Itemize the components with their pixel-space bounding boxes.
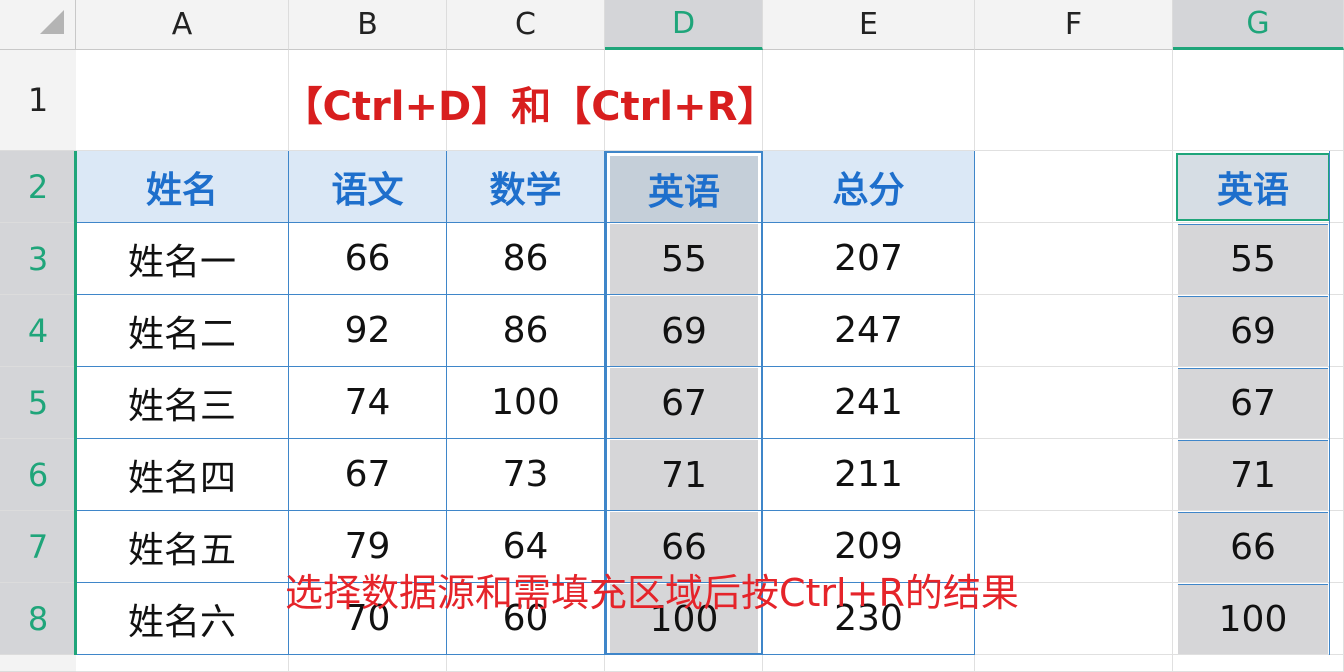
row-header-1[interactable]: 1 [0,50,76,151]
cell[interactable] [605,655,763,672]
table-header-0[interactable]: 姓名 [76,151,289,223]
table-cell[interactable]: 86 [447,223,605,295]
cell[interactable] [975,655,1173,672]
title-cell[interactable]: 【Ctrl+D】和【Ctrl+R】 [270,60,790,145]
table-cell[interactable]: 211 [763,439,975,511]
select-all-triangle-icon [38,8,68,38]
row-header-4[interactable]: 4 [0,295,76,367]
cell[interactable] [975,367,1173,439]
table-cell[interactable]: 241 [763,367,975,439]
cell[interactable] [289,655,447,672]
table-cell[interactable]: 73 [447,439,605,511]
table-cell[interactable]: 100 [447,367,605,439]
column-header-A[interactable]: A [76,0,289,50]
row-header-selection-line [74,151,77,655]
table-header-2[interactable]: 数学 [447,151,605,223]
row-header-5[interactable]: 5 [0,367,76,439]
row-header-9[interactable] [0,655,76,672]
table-cell[interactable]: 67 [289,439,447,511]
column-header-B[interactable]: B [289,0,447,50]
table-cell[interactable]: 姓名五 [76,511,289,583]
table-cell[interactable]: 74 [289,367,447,439]
cell[interactable] [447,655,605,672]
annotation-text: 选择数据源和需填充区域后按Ctrl+R的结果 [285,560,1175,618]
table-cell[interactable]: 247 [763,295,975,367]
cell[interactable] [975,151,1173,223]
column-header-D[interactable]: D [605,0,763,50]
row-header-2[interactable]: 2 [0,151,76,223]
cell[interactable] [975,50,1173,151]
column-header-G[interactable]: G [1173,0,1344,50]
table-cell[interactable]: 姓名六 [76,583,289,655]
table-cell[interactable]: 姓名一 [76,223,289,295]
cell[interactable] [975,439,1173,511]
table-header-4[interactable]: 总分 [763,151,975,223]
row-header-3[interactable]: 3 [0,223,76,295]
table-cell[interactable]: 姓名二 [76,295,289,367]
table-cell[interactable]: 92 [289,295,447,367]
table-cell[interactable]: 86 [447,295,605,367]
row-header-8[interactable]: 8 [0,583,76,655]
table-cell[interactable]: 姓名四 [76,439,289,511]
column-header-E[interactable]: E [763,0,975,50]
row-header-6[interactable]: 6 [0,439,76,511]
cell[interactable] [1173,50,1344,151]
table-cell[interactable]: 姓名三 [76,367,289,439]
select-all-corner[interactable] [0,0,76,50]
cell[interactable] [76,655,289,672]
table-cell[interactable]: 207 [763,223,975,295]
cell[interactable] [763,655,975,672]
cell[interactable] [763,50,975,151]
selection-range-G [1175,151,1330,655]
column-header-F[interactable]: F [975,0,1173,50]
cell[interactable] [1173,655,1344,672]
column-header-C[interactable]: C [447,0,605,50]
cell[interactable] [76,50,289,151]
cell[interactable] [975,223,1173,295]
cell[interactable] [975,295,1173,367]
table-header-1[interactable]: 语文 [289,151,447,223]
table-cell[interactable]: 66 [289,223,447,295]
row-header-7[interactable]: 7 [0,511,76,583]
